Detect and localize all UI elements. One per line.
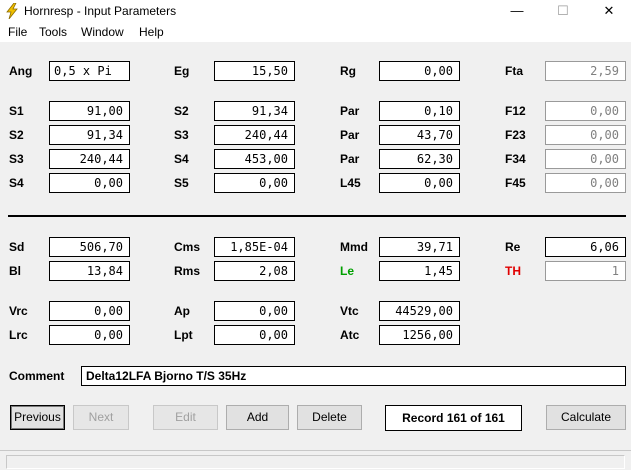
label-th: TH [505, 264, 521, 278]
label-s4-seg3: S4 [174, 152, 189, 166]
field-s1[interactable]: 91,00 [49, 101, 130, 121]
field-sd[interactable]: 506,70 [49, 237, 130, 257]
field-th: 1 [545, 261, 626, 281]
field-par2[interactable]: 43,70 [379, 125, 460, 145]
label-f34: F34 [505, 152, 526, 166]
delete-button[interactable]: Delete [297, 405, 362, 430]
menu-help[interactable]: Help [139, 25, 164, 39]
label-ap: Ap [174, 304, 190, 318]
menu-file[interactable]: File [8, 25, 27, 39]
field-vtc[interactable]: 44529,00 [379, 301, 460, 321]
field-par3[interactable]: 62,30 [379, 149, 460, 169]
window-title: Hornresp - Input Parameters [24, 4, 177, 18]
field-s5[interactable]: 0,00 [214, 173, 295, 193]
field-f34: 0,00 [545, 149, 626, 169]
field-s3-seg2[interactable]: 240,44 [214, 125, 295, 145]
calculate-button[interactable]: Calculate [546, 405, 626, 430]
field-s4-seg3[interactable]: 453,00 [214, 149, 295, 169]
label-l45: L45 [340, 176, 361, 190]
label-par3: Par [340, 152, 360, 166]
edit-button[interactable]: Edit [153, 405, 218, 430]
label-s2-seg1: S2 [174, 104, 189, 118]
field-s2-seg1[interactable]: 91,34 [214, 101, 295, 121]
maximize-button[interactable]: ☐ [540, 0, 586, 22]
label-f45: F45 [505, 176, 526, 190]
label-f23: F23 [505, 128, 526, 142]
field-l45[interactable]: 0,00 [379, 173, 460, 193]
label-s2-seg2: S2 [9, 128, 24, 142]
field-mmd[interactable]: 39,71 [379, 237, 460, 257]
title-bar: Hornresp - Input Parameters — ☐ ✕ [0, 0, 631, 22]
field-f12: 0,00 [545, 101, 626, 121]
field-lpt[interactable]: 0,00 [214, 325, 295, 345]
label-sd: Sd [9, 240, 25, 254]
label-par2: Par [340, 128, 360, 142]
status-bar [0, 450, 631, 470]
label-vrc: Vrc [9, 304, 28, 318]
label-atc: Atc [340, 328, 360, 342]
field-rms[interactable]: 2,08 [214, 261, 295, 281]
label-eg: Eg [174, 64, 190, 78]
label-re: Re [505, 240, 521, 254]
label-lpt: Lpt [174, 328, 193, 342]
minimize-button[interactable]: — [494, 0, 540, 22]
label-lrc: Lrc [9, 328, 28, 342]
field-bl[interactable]: 13,84 [49, 261, 130, 281]
menu-bar: File Tools Window Help [0, 22, 631, 42]
field-vrc[interactable]: 0,00 [49, 301, 130, 321]
label-mmd: Mmd [340, 240, 368, 254]
lightning-bolt-icon [6, 3, 18, 19]
label-rms: Rms [174, 264, 201, 278]
label-fta: Fta [505, 64, 523, 78]
section-divider [8, 215, 626, 217]
field-lrc[interactable]: 0,00 [49, 325, 130, 345]
label-comment: Comment [9, 369, 65, 383]
field-le[interactable]: 1,45 [379, 261, 460, 281]
label-f12: F12 [505, 104, 526, 118]
field-f23: 0,00 [545, 125, 626, 145]
next-button[interactable]: Next [73, 405, 129, 430]
label-rg: Rg [340, 64, 356, 78]
field-s3-seg3[interactable]: 240,44 [49, 149, 130, 169]
label-s3-seg2: S3 [174, 128, 189, 142]
field-f45: 0,00 [545, 173, 626, 193]
label-vtc: Vtc [340, 304, 359, 318]
menu-window[interactable]: Window [81, 25, 124, 39]
field-s4-seg4[interactable]: 0,00 [49, 173, 130, 193]
label-par1: Par [340, 104, 360, 118]
label-ang: Ang [9, 64, 33, 78]
field-rg[interactable]: 0,00 [379, 61, 460, 81]
status-pane [6, 455, 625, 469]
comment-field[interactable]: Delta12LFA Bjorno T/S 35Hz [81, 366, 626, 386]
field-par1[interactable]: 0,10 [379, 101, 460, 121]
field-ang[interactable]: 0,5 x Pi [49, 61, 130, 81]
field-ap[interactable]: 0,00 [214, 301, 295, 321]
menu-tools[interactable]: Tools [39, 25, 67, 39]
record-indicator: Record 161 of 161 [385, 405, 522, 431]
field-eg[interactable]: 15,50 [214, 61, 295, 81]
field-cms[interactable]: 1,85E-04 [214, 237, 295, 257]
label-le: Le [340, 264, 355, 278]
label-s4-seg4: S4 [9, 176, 24, 190]
add-button[interactable]: Add [226, 405, 289, 430]
field-fta: 2,59 [545, 61, 626, 81]
label-s1: S1 [9, 104, 24, 118]
label-s5: S5 [174, 176, 189, 190]
field-re[interactable]: 6,06 [545, 237, 626, 257]
label-s3-seg3: S3 [9, 152, 24, 166]
close-button[interactable]: ✕ [586, 0, 631, 22]
label-cms: Cms [174, 240, 201, 254]
label-bl: Bl [9, 264, 21, 278]
field-atc[interactable]: 1256,00 [379, 325, 460, 345]
field-s2-seg2[interactable]: 91,34 [49, 125, 130, 145]
previous-button[interactable]: Previous [10, 405, 65, 430]
